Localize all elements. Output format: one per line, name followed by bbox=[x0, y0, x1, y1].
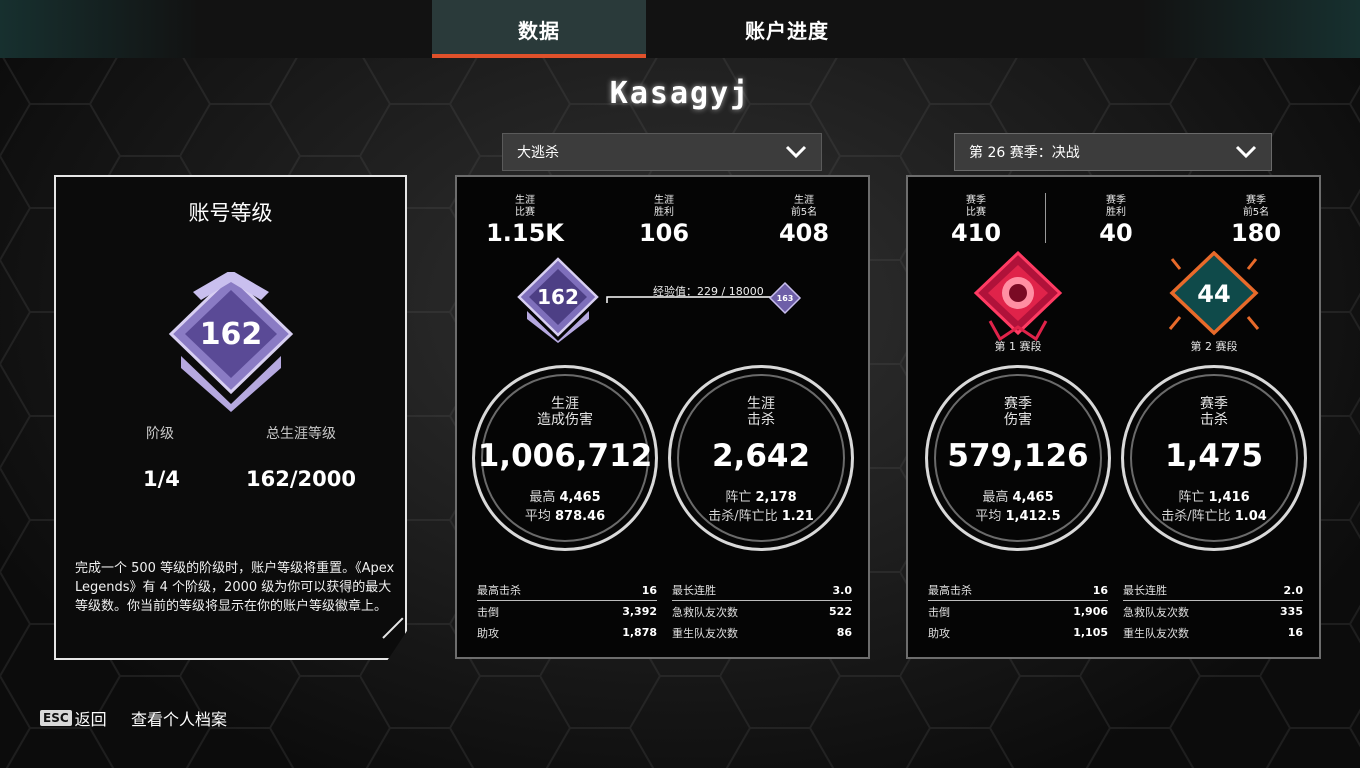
career-deaths: 阵亡 2,178 bbox=[725, 490, 797, 505]
table-row: 急救队友次数 335 bbox=[1123, 605, 1303, 619]
account-level-title: 账号等级 bbox=[188, 201, 273, 225]
table-row: 最高击杀 16 bbox=[928, 580, 1108, 601]
table-row: 最长连胜 2.0 bbox=[1123, 580, 1303, 601]
season-dropdown-value: 第 26 赛季：决战 bbox=[969, 145, 1080, 161]
mode-dropdown-value: 大逃杀 bbox=[517, 145, 559, 161]
career-stats-table-right: 最长连胜 3.0 急救队友次数 522 重生队友次数 86 bbox=[672, 580, 852, 643]
season-kills-title: 赛季 击杀 bbox=[1200, 396, 1228, 428]
career-wins-stat: 生涯 胜利 106 bbox=[638, 195, 690, 247]
split2-label: 第 2 赛段 bbox=[1190, 340, 1238, 353]
season-stats-panel: 赛季 比赛 410 赛季 胜利 40 赛季 前5名 180 第 1 赛段 44 … bbox=[906, 175, 1321, 659]
table-row: 助攻 1,878 bbox=[477, 626, 657, 640]
career-kills-value: 2,642 bbox=[711, 438, 811, 474]
player-name: Kasagyj bbox=[609, 76, 751, 111]
tier-label: 阶级 bbox=[146, 426, 174, 442]
view-profile-button[interactable]: 查看个人档案 bbox=[131, 706, 227, 730]
table-row: 击倒 3,392 bbox=[477, 605, 657, 619]
table-row: 最长连胜 3.0 bbox=[672, 580, 852, 601]
table-row: 重生队友次数 86 bbox=[672, 626, 852, 640]
season-kd: 击杀/阵亡比 1.04 bbox=[1161, 509, 1267, 524]
divider bbox=[1045, 193, 1046, 243]
esc-key-icon: ESC bbox=[40, 710, 72, 726]
table-row: 最高击杀 16 bbox=[477, 580, 657, 601]
top-bar-decoration-right bbox=[1140, 0, 1360, 58]
season-damage-title: 赛季 伤害 bbox=[1004, 396, 1032, 428]
svg-text:163: 163 bbox=[777, 294, 794, 303]
season-damage-avg: 平均 1,412.5 bbox=[975, 509, 1061, 524]
season-wins-stat: 赛季 胜利 40 bbox=[1099, 195, 1133, 247]
season-stats-table-right: 最长连胜 2.0 急救队友次数 335 重生队友次数 16 bbox=[1123, 580, 1303, 643]
career-damage-max: 最高 4,465 bbox=[529, 490, 601, 505]
career-damage-title: 生涯 造成伤害 bbox=[537, 396, 593, 428]
season-dropdown[interactable]: 第 26 赛季：决战 bbox=[954, 133, 1272, 171]
season-damage-value: 579,126 bbox=[947, 438, 1089, 474]
career-kd: 击杀/阵亡比 1.21 bbox=[708, 509, 814, 524]
level-badge-icon: 162 bbox=[517, 257, 599, 343]
svg-text:44: 44 bbox=[1197, 280, 1230, 308]
season-top5-stat: 赛季 前5名 180 bbox=[1230, 195, 1282, 247]
season-deaths: 阵亡 1,416 bbox=[1178, 490, 1250, 505]
tier-value: 1/4 bbox=[143, 467, 180, 491]
table-row: 击倒 1,906 bbox=[928, 605, 1108, 619]
account-level-description: 完成一个 500 等级的阶级时，账户等级将重置。《Apex Legends》有 … bbox=[75, 561, 395, 614]
total-level-value: 162/2000 bbox=[246, 467, 356, 491]
total-level-label: 总生涯等级 bbox=[266, 426, 336, 442]
back-label: 返回 bbox=[74, 710, 107, 729]
table-row: 重生队友次数 16 bbox=[1123, 626, 1303, 640]
career-damage-ring: 生涯 造成伤害 1,006,712 最高 4,465 平均 878.46 bbox=[472, 365, 658, 551]
top-bar-decoration-left bbox=[0, 0, 200, 58]
career-kills-title: 生涯 击杀 bbox=[747, 396, 775, 428]
career-kills-ring: 生涯 击杀 2,642 阵亡 2,178 击杀/阵亡比 1.21 bbox=[668, 365, 854, 551]
top-nav-bar: 数据 账户进度 bbox=[0, 0, 1360, 58]
season-damage-max: 最高 4,465 bbox=[982, 490, 1054, 505]
tab-stats[interactable]: 数据 bbox=[432, 0, 646, 58]
back-button[interactable]: ESC 返回 bbox=[40, 706, 107, 730]
season-damage-ring: 赛季 伤害 579,126 最高 4,465 平均 1,412.5 bbox=[925, 365, 1111, 551]
season-kills-value: 1,475 bbox=[1164, 438, 1264, 474]
split1-label: 第 1 赛段 bbox=[994, 340, 1042, 353]
season-stats-table-left: 最高击杀 16 击倒 1,906 助攻 1,105 bbox=[928, 580, 1108, 643]
chevron-down-icon bbox=[785, 145, 807, 159]
rank-predator-badge-icon bbox=[973, 251, 1063, 341]
view-profile-label: 查看个人档案 bbox=[131, 710, 228, 729]
account-level-panel: 账号等级 162 阶级 总生涯等级 1/4 162/2000 完成一个 500 … bbox=[54, 175, 407, 660]
rank-split2-badge-icon: 44 bbox=[1168, 251, 1260, 336]
chevron-down-icon bbox=[1235, 145, 1257, 159]
next-level-badge-icon: 163 bbox=[768, 281, 802, 315]
career-damage-value: 1,006,712 bbox=[477, 438, 653, 474]
career-matches-stat: 生涯 比赛 1.15K bbox=[486, 195, 564, 247]
svg-text:162: 162 bbox=[200, 317, 263, 352]
season-matches-stat: 赛季 比赛 410 bbox=[950, 195, 1002, 247]
career-top5-stat: 生涯 前5名 408 bbox=[778, 195, 830, 247]
career-damage-avg: 平均 878.46 bbox=[524, 509, 606, 524]
table-row: 急救队友次数 522 bbox=[672, 605, 852, 619]
exp-text: 经验值：229 / 18000 bbox=[653, 285, 764, 298]
career-stats-panel: 生涯 比赛 1.15K 生涯 胜利 106 生涯 前5名 408 162 经验值… bbox=[455, 175, 870, 659]
svg-text:162: 162 bbox=[537, 285, 579, 309]
tab-account-progress[interactable]: 账户进度 bbox=[680, 0, 894, 58]
mode-dropdown[interactable]: 大逃杀 bbox=[502, 133, 822, 171]
account-level-badge-icon: 162 bbox=[168, 272, 294, 412]
table-row: 助攻 1,105 bbox=[928, 626, 1108, 640]
career-stats-table-left: 最高击杀 16 击倒 3,392 助攻 1,878 bbox=[477, 580, 657, 643]
season-kills-ring: 赛季 击杀 1,475 阵亡 1,416 击杀/阵亡比 1.04 bbox=[1121, 365, 1307, 551]
